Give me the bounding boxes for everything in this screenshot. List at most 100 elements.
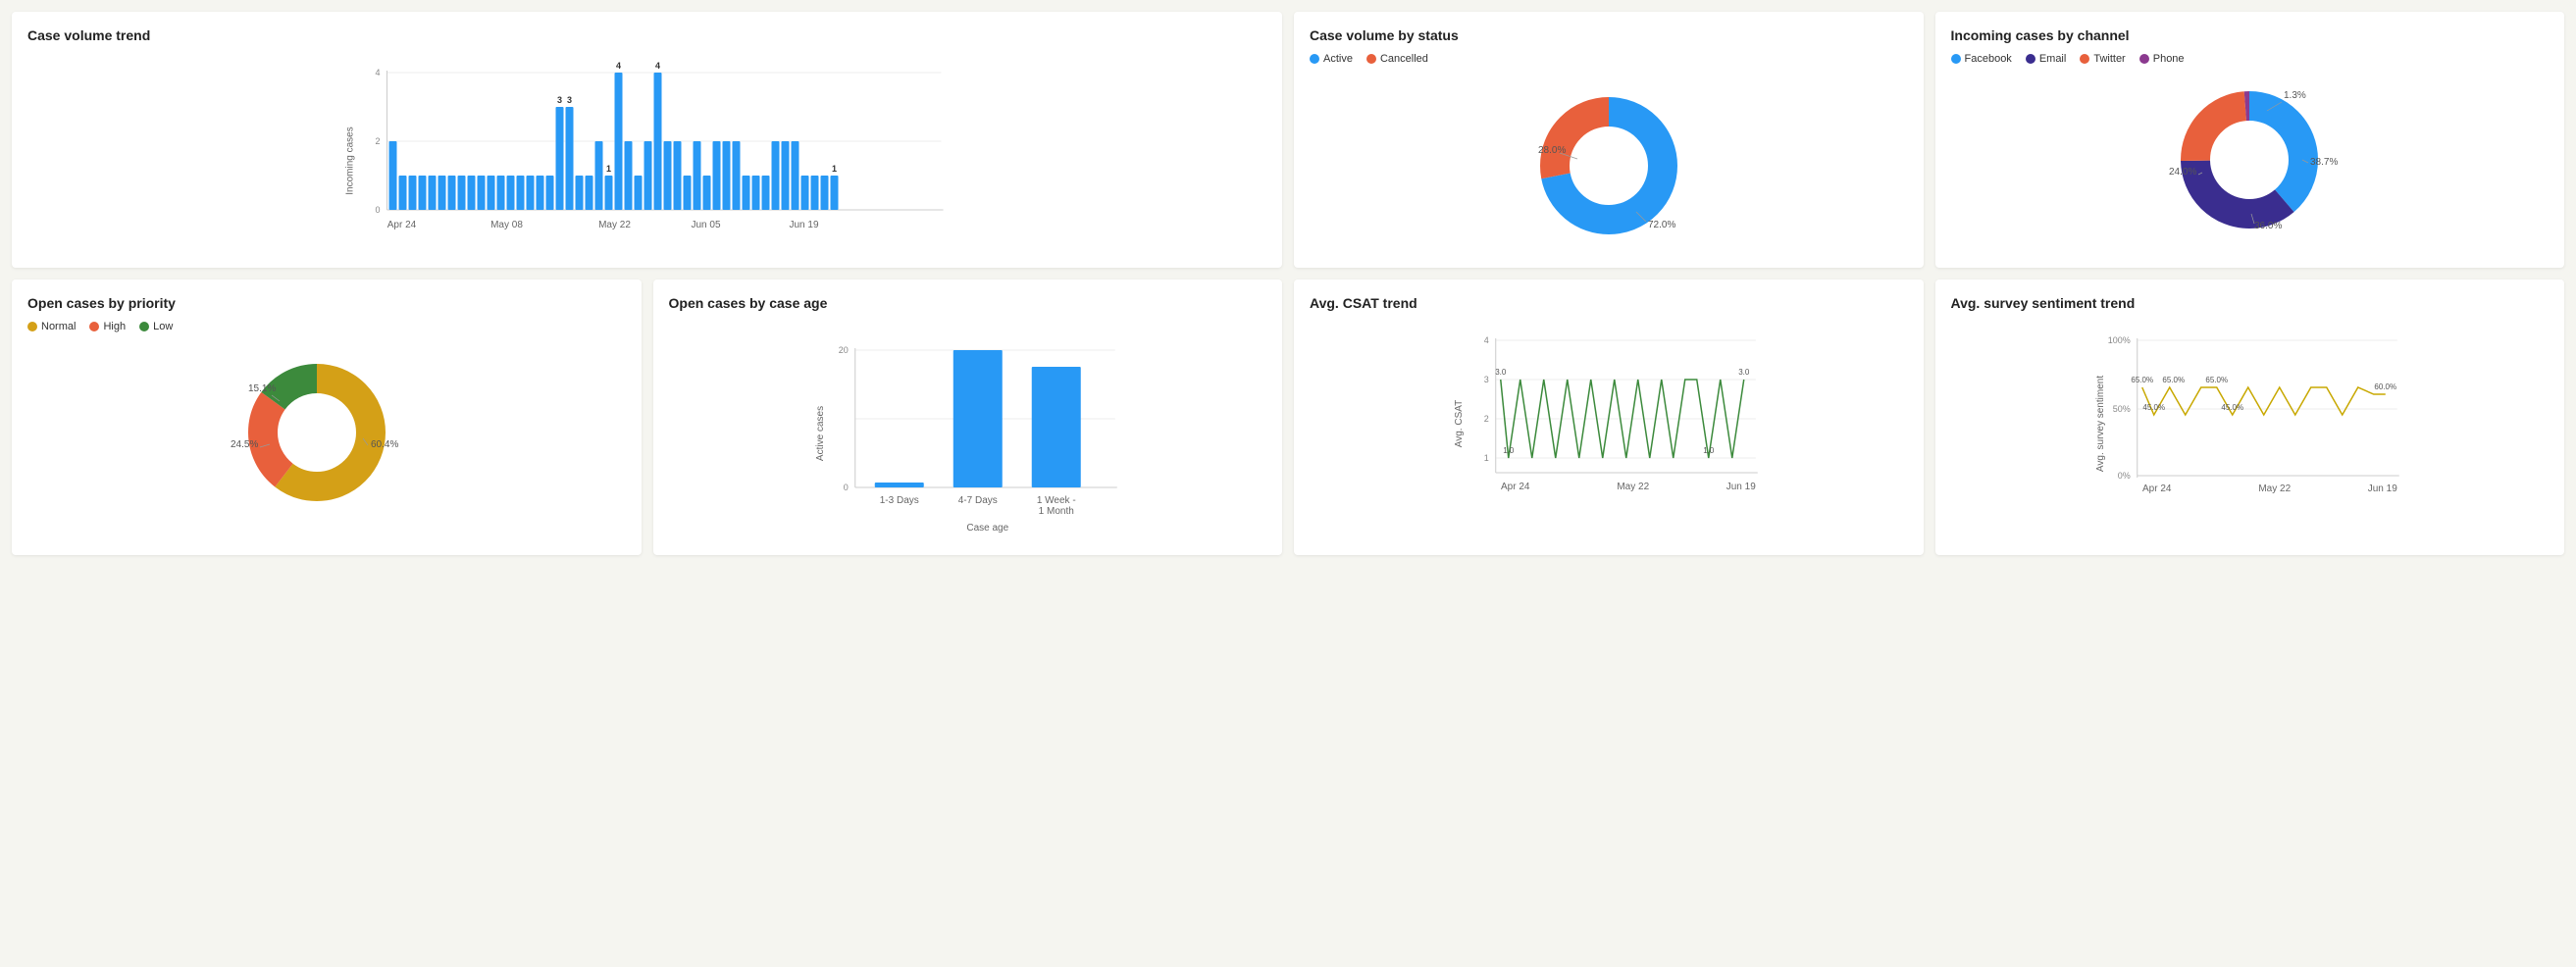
svg-text:45.0%: 45.0% xyxy=(2142,403,2165,412)
svg-text:Jun 05: Jun 05 xyxy=(691,220,720,230)
svg-text:3: 3 xyxy=(1484,375,1489,384)
svg-text:20: 20 xyxy=(838,345,848,355)
case-volume-trend-card: Case volume trend Incoming cases 4 2 0 xyxy=(12,12,1282,268)
normal-label: Normal xyxy=(41,321,76,332)
svg-text:0: 0 xyxy=(843,483,848,492)
svg-text:3.0: 3.0 xyxy=(1495,368,1507,377)
legend-facebook: Facebook xyxy=(1951,53,2012,65)
svg-text:1 Week -: 1 Week - xyxy=(1036,495,1075,506)
avg-sentiment-trend-card: Avg. survey sentiment trend Avg. survey … xyxy=(1935,280,2565,555)
svg-text:36.0%: 36.0% xyxy=(2254,221,2282,231)
case-volume-by-status-card: Case volume by status Active Cancelled 2… xyxy=(1294,12,1924,268)
case-volume-trend-title: Case volume trend xyxy=(27,27,1266,43)
svg-text:3: 3 xyxy=(557,95,562,105)
svg-text:Avg. survey sentiment: Avg. survey sentiment xyxy=(2094,376,2105,472)
svg-text:65.0%: 65.0% xyxy=(2162,376,2185,384)
svg-text:Incoming cases: Incoming cases xyxy=(345,127,356,194)
svg-text:May 22: May 22 xyxy=(2258,484,2291,494)
bar-1-3days xyxy=(874,483,923,487)
cancelled-label: Cancelled xyxy=(1380,53,1428,65)
svg-text:0: 0 xyxy=(375,205,380,215)
avg-csat-trend-title: Avg. CSAT trend xyxy=(1310,295,1908,311)
svg-text:50%: 50% xyxy=(2112,404,2130,414)
avg-sentiment-trend-title: Avg. survey sentiment trend xyxy=(1951,295,2550,311)
status-donut-wrap: 28.0% 72.0% xyxy=(1310,73,1908,249)
avg-csat-trend-card: Avg. CSAT trend Avg. CSAT 4 3 2 1 xyxy=(1294,280,1924,555)
svg-text:May 22: May 22 xyxy=(598,220,631,230)
bar-1week-1month xyxy=(1031,367,1080,487)
svg-text:15.1%: 15.1% xyxy=(248,383,276,394)
status-legend: Active Cancelled xyxy=(1310,53,1908,65)
open-by-case-age-title: Open cases by case age xyxy=(669,295,1267,311)
incoming-by-channel-title: Incoming cases by channel xyxy=(1951,27,2550,43)
channel-donut-wrap: 1.3% 38.7% 36.0% 24.0% xyxy=(1951,73,2550,237)
svg-text:24.0%: 24.0% xyxy=(2169,167,2196,178)
svg-text:45.0%: 45.0% xyxy=(2221,403,2243,412)
case-volume-trend-chart: Incoming cases 4 2 0 xyxy=(27,53,1266,252)
status-donut-svg: 28.0% 72.0% xyxy=(1511,82,1707,239)
phone-label: Phone xyxy=(2153,53,2185,65)
legend-high: High xyxy=(89,321,126,332)
dashboard: Case volume trend Incoming cases 4 2 0 xyxy=(12,12,2564,555)
csat-svg: Avg. CSAT 4 3 2 1 3.0 1.0 xyxy=(1310,321,1908,517)
csat-chart-wrap: Avg. CSAT 4 3 2 1 3.0 1.0 xyxy=(1310,321,1908,520)
channel-donut-svg: 1.3% 38.7% 36.0% 24.0% xyxy=(2141,76,2357,233)
svg-text:1.0: 1.0 xyxy=(1503,446,1515,455)
bar-group: 3 3 1 4 xyxy=(389,61,839,210)
svg-text:1.0: 1.0 xyxy=(1703,446,1715,455)
case-age-svg: Active cases 20 0 1-3 Days xyxy=(669,321,1267,536)
facebook-dot xyxy=(1951,54,1961,64)
svg-text:72.0%: 72.0% xyxy=(1648,220,1675,230)
case-volume-by-status-title: Case volume by status xyxy=(1310,27,1908,43)
facebook-label: Facebook xyxy=(1965,53,2012,65)
svg-text:1: 1 xyxy=(1484,453,1489,463)
low-label: Low xyxy=(153,321,173,332)
priority-donut-svg: 15.1% 24.5% 60.4% xyxy=(219,344,435,501)
svg-text:60.4%: 60.4% xyxy=(371,439,398,450)
open-by-priority-title: Open cases by priority xyxy=(27,295,626,311)
bar-4-7days xyxy=(953,350,1002,487)
svg-text:Jun 19: Jun 19 xyxy=(1726,482,1756,492)
legend-low: Low xyxy=(139,321,173,332)
svg-text:1: 1 xyxy=(606,164,611,174)
normal-dot xyxy=(27,322,37,331)
svg-text:65.0%: 65.0% xyxy=(2205,376,2228,384)
svg-text:0%: 0% xyxy=(2117,471,2130,481)
svg-text:4-7 Days: 4-7 Days xyxy=(957,495,997,506)
svg-text:May 22: May 22 xyxy=(1617,482,1649,492)
legend-normal: Normal xyxy=(27,321,76,332)
svg-text:60.0%: 60.0% xyxy=(2374,382,2396,391)
channel-legend: Facebook Email Twitter Phone xyxy=(1951,53,2550,65)
incoming-by-channel-card: Incoming cases by channel Facebook Email… xyxy=(1935,12,2565,268)
legend-cancelled: Cancelled xyxy=(1366,53,1428,65)
high-label: High xyxy=(103,321,126,332)
svg-text:3: 3 xyxy=(567,95,572,105)
svg-text:1: 1 xyxy=(832,164,837,174)
open-by-priority-card: Open cases by priority Normal High Low xyxy=(12,280,642,555)
svg-text:Apr 24: Apr 24 xyxy=(387,220,417,230)
email-dot xyxy=(2026,54,2035,64)
svg-text:May 08: May 08 xyxy=(490,220,523,230)
svg-text:Apr 24: Apr 24 xyxy=(2142,484,2172,494)
legend-email: Email xyxy=(2026,53,2067,65)
email-label: Email xyxy=(2039,53,2067,65)
svg-text:65.0%: 65.0% xyxy=(2131,376,2153,384)
svg-text:2: 2 xyxy=(375,136,380,146)
phone-dot xyxy=(2139,54,2149,64)
svg-text:2: 2 xyxy=(1484,414,1489,424)
cancelled-dot xyxy=(1366,54,1376,64)
svg-text:28.0%: 28.0% xyxy=(1538,145,1566,156)
priority-legend: Normal High Low xyxy=(27,321,626,332)
svg-text:3.0: 3.0 xyxy=(1738,368,1750,377)
svg-text:1.3%: 1.3% xyxy=(2284,90,2306,101)
svg-text:Jun 19: Jun 19 xyxy=(2367,484,2396,494)
case-age-chart-wrap: Active cases 20 0 1-3 Days xyxy=(669,321,1267,539)
low-dot xyxy=(139,322,149,331)
legend-twitter: Twitter xyxy=(2080,53,2125,65)
svg-text:4: 4 xyxy=(375,68,380,77)
svg-text:100%: 100% xyxy=(2107,335,2130,345)
svg-text:Active cases: Active cases xyxy=(814,406,825,461)
sentiment-line xyxy=(2141,387,2385,415)
active-label: Active xyxy=(1323,53,1353,65)
svg-text:Case age: Case age xyxy=(966,523,1008,534)
